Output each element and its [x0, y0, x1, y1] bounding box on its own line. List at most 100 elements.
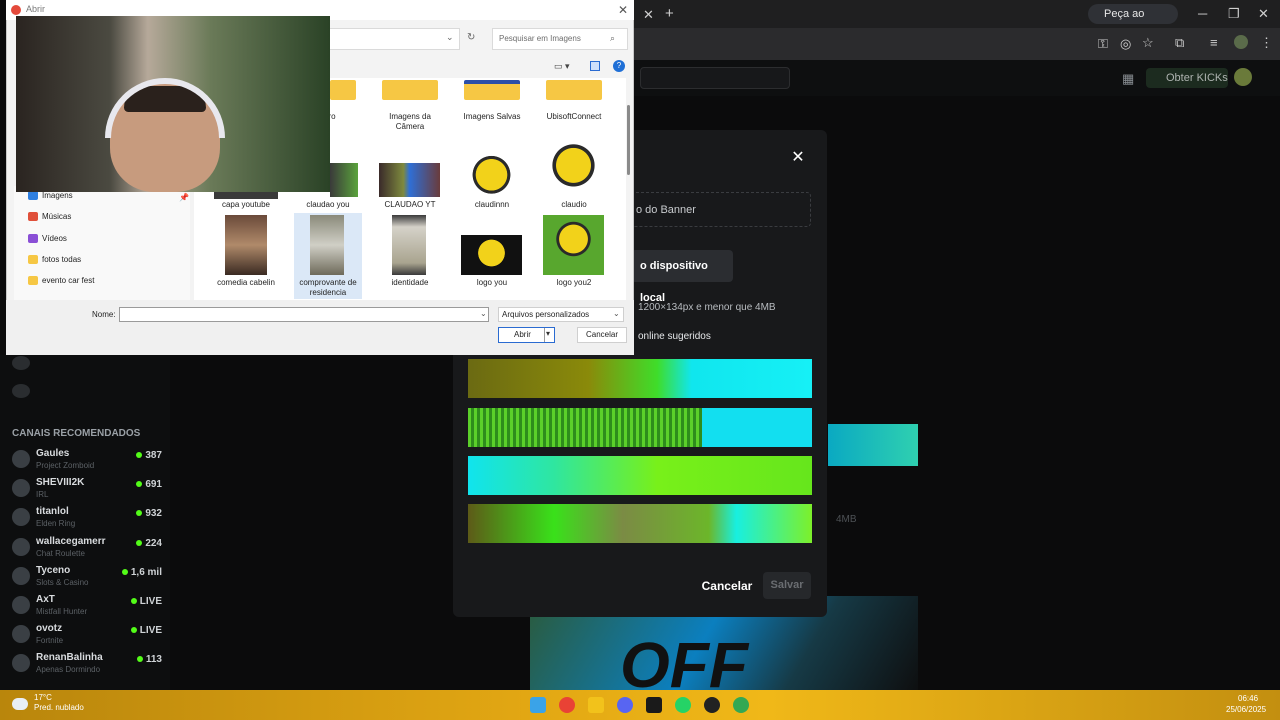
modal-save-button[interactable]: Salvar	[763, 572, 811, 599]
channel-row[interactable]: SHEVIII2K IRL 691	[12, 477, 162, 505]
new-tab-button[interactable]: +	[665, 5, 674, 22]
restore-button[interactable]: ❐	[1228, 6, 1240, 22]
chevron-down-icon[interactable]: ⌄	[480, 309, 487, 318]
dialog-close-icon[interactable]: ✕	[618, 3, 628, 17]
file-label[interactable]: claudinnn	[456, 200, 528, 210]
chrome-icon[interactable]	[559, 697, 575, 713]
file-label[interactable]: comprovante de residencia	[292, 278, 364, 298]
menu-list-icon[interactable]: ≡	[1210, 35, 1218, 50]
whatsapp-icon[interactable]	[675, 697, 691, 713]
image-thumbnail[interactable]	[214, 191, 278, 199]
view-options-icon[interactable]: ▭ ▾	[554, 61, 570, 72]
channel-row[interactable]: Gaules Project Zomboid 387	[12, 448, 162, 476]
bookmark-star-icon[interactable]: ☆	[1142, 35, 1154, 51]
close-icon[interactable]: ✕	[790, 150, 806, 166]
profile-avatar[interactable]	[1234, 35, 1248, 49]
dialog-cancel-button[interactable]: Cancelar	[577, 327, 627, 343]
more-menu-icon[interactable]: ⋮	[1260, 35, 1273, 51]
site-search-input[interactable]	[640, 67, 790, 89]
background-banner-preview	[828, 424, 918, 466]
nav-item-label: evento car fest	[42, 276, 95, 286]
open-dropdown-icon[interactable]: ▾	[546, 329, 550, 338]
image-thumbnail[interactable]	[461, 235, 522, 275]
gemini-button[interactable]: Peça ao Gemini	[1088, 4, 1178, 40]
channel-avatar	[12, 596, 30, 614]
nav-item[interactable]: Vídeos	[28, 231, 67, 247]
file-label[interactable]: UbisoftConnect	[538, 112, 610, 122]
tab-close-icon[interactable]: ✕	[643, 7, 654, 23]
channel-category: Project Zomboid	[36, 461, 95, 470]
file-label[interactable]: comedia cabelin	[210, 278, 282, 288]
channel-avatar	[12, 508, 30, 527]
suggested-banner-1[interactable]	[468, 359, 812, 398]
file-label[interactable]: Imagens da Câmera	[374, 112, 446, 132]
image-thumbnail[interactable]	[225, 215, 267, 275]
chevron-down-icon[interactable]: ⌄	[446, 32, 454, 43]
image-thumbnail[interactable]	[379, 163, 440, 197]
nav-folder-icon	[28, 276, 38, 286]
image-thumbnail[interactable]	[392, 215, 426, 275]
live-dot-icon	[130, 598, 137, 604]
file-label[interactable]: CLAUDAO YT	[374, 200, 446, 210]
capcut-icon[interactable]	[646, 697, 662, 713]
image-thumbnail[interactable]	[543, 143, 604, 199]
eye-off-icon[interactable]: ◎	[1120, 36, 1131, 52]
file-label[interactable]: claudao you	[292, 200, 364, 210]
chrome-profile-icon[interactable]	[733, 697, 749, 713]
channel-row[interactable]: Tyceno Slots & Casino 1,6 mil	[12, 565, 162, 593]
refresh-icon[interactable]: ↻	[467, 32, 475, 43]
suggested-banner-3[interactable]	[468, 456, 812, 495]
close-window-button[interactable]: ✕	[1258, 6, 1269, 22]
preview-pane-icon[interactable]	[590, 61, 600, 71]
upload-local-button[interactable]: o dispositivo local	[631, 250, 733, 304]
grid-icon[interactable]: ▦	[1122, 71, 1134, 87]
image-thumbnail[interactable]	[461, 155, 522, 199]
nav-item[interactable]: fotos todas	[28, 252, 81, 268]
dialog-address-bar[interactable]	[320, 28, 460, 50]
file-explorer-icon[interactable]	[588, 697, 604, 713]
dialog-search-input[interactable]: Pesquisar em Imagens	[492, 28, 628, 50]
channel-avatar	[12, 654, 30, 673]
banner-field[interactable]: o do Banner	[627, 192, 811, 227]
suggested-banner-4[interactable]	[468, 504, 812, 543]
file-label[interactable]: identidade	[374, 278, 446, 288]
help-icon[interactable]: ?	[613, 60, 625, 72]
channel-row[interactable]: ovotz Fortnite LIVE	[12, 623, 162, 651]
file-label[interactable]: capa youtube	[210, 200, 282, 210]
nav-item[interactable]: evento car fest	[28, 273, 94, 289]
channel-row[interactable]: AxT Mistfall Hunter LIVE	[12, 594, 162, 622]
modal-cancel-button[interactable]: Cancelar	[700, 576, 754, 596]
channel-row[interactable]: RenanBalinha Apenas Dormindo 113	[12, 652, 162, 680]
channel-name: ovotz	[36, 623, 63, 635]
windows-start-icon[interactable]	[530, 697, 546, 713]
file-label[interactable]: Imagens Salvas	[456, 112, 528, 122]
file-label[interactable]: claudio	[538, 200, 610, 210]
obs-icon[interactable]	[704, 697, 720, 713]
file-type-select[interactable]: Arquivos personalizados	[498, 307, 624, 322]
file-name-input[interactable]	[119, 307, 489, 322]
user-avatar[interactable]	[1234, 68, 1252, 86]
clock-date[interactable]: 25/06/2025	[1226, 705, 1266, 714]
live-dot-icon	[136, 510, 143, 517]
channel-count: 691	[145, 479, 162, 491]
nav-item[interactable]: Músicas	[28, 209, 71, 225]
clock-time[interactable]: 06:46	[1238, 694, 1258, 703]
channel-category: IRL	[36, 490, 49, 500]
nav-item-label: Músicas	[42, 212, 72, 222]
key-icon[interactable]: ⚿	[1098, 36, 1108, 52]
weather-icon[interactable]	[12, 698, 28, 710]
open-button-label: Abrir	[514, 330, 531, 339]
file-label[interactable]: logo you	[456, 278, 528, 288]
minimize-button[interactable]: ─	[1198, 6, 1207, 21]
file-label[interactable]: logo you2	[538, 278, 610, 288]
kicks-button[interactable]: Obter KICKs	[1146, 68, 1228, 88]
channel-row[interactable]: wallacegamerr Chat Roulette 224	[12, 536, 162, 564]
image-thumbnail[interactable]	[543, 215, 604, 275]
extensions-icon[interactable]: ⧉	[1175, 35, 1184, 51]
image-thumbnail[interactable]	[310, 215, 344, 275]
channel-name: wallacegamerr	[36, 535, 106, 547]
files-scrollbar[interactable]	[627, 105, 630, 175]
channel-row[interactable]: titanlol Elden Ring 932	[12, 506, 162, 534]
discord-icon[interactable]	[617, 697, 633, 713]
image-thumbnail[interactable]	[330, 163, 358, 197]
